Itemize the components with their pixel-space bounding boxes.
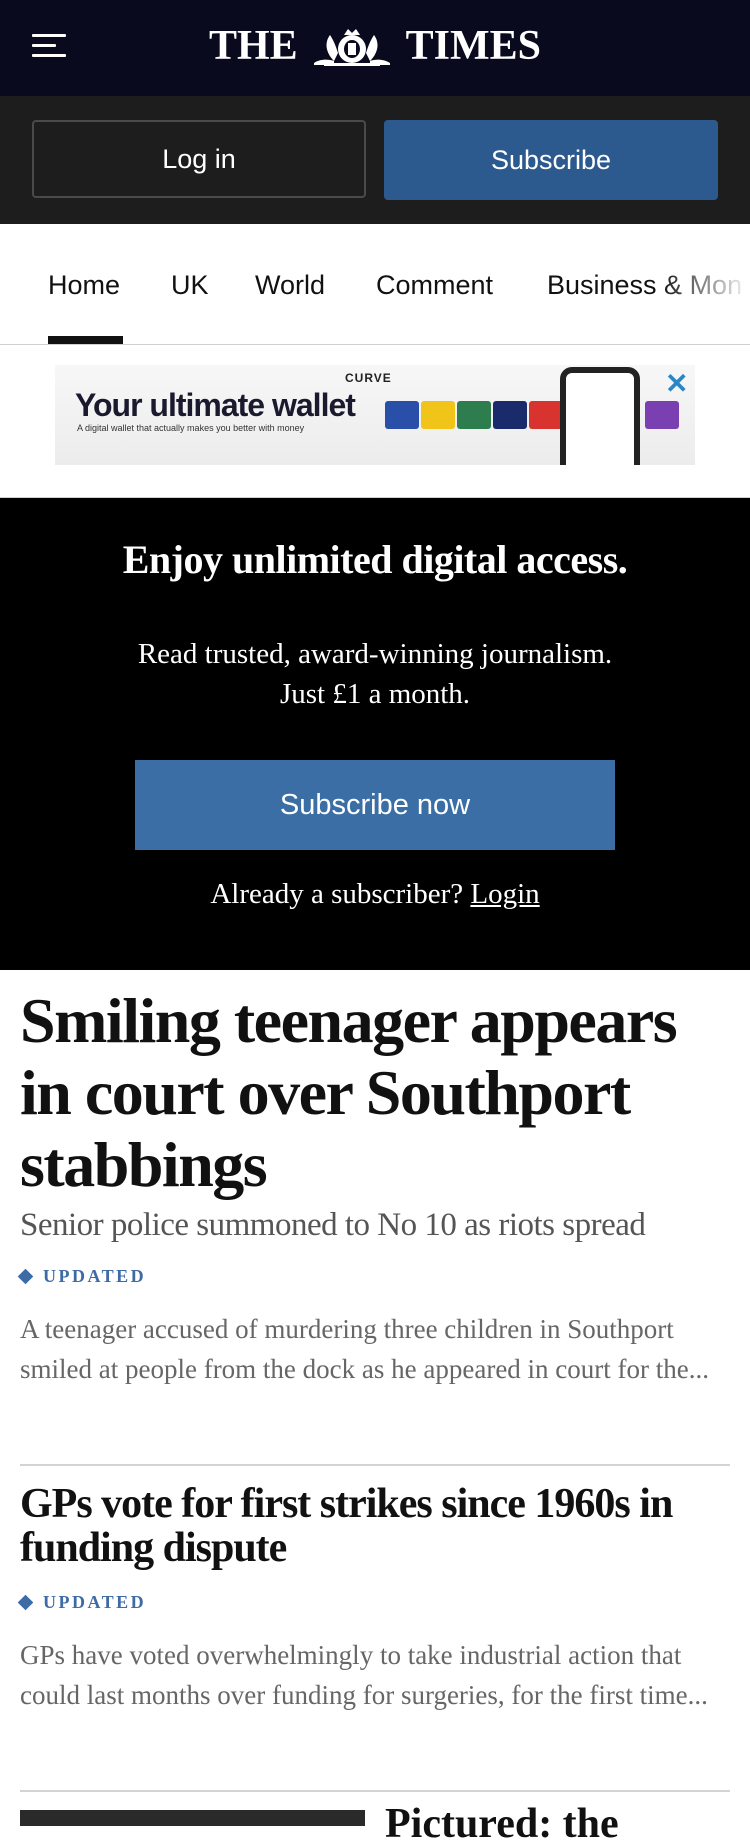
nav-item-home[interactable]: Home: [48, 270, 120, 301]
article-headline[interactable]: Pictured: the: [385, 1800, 619, 1848]
ad-card-image: [645, 401, 679, 429]
ad-card-image: [493, 401, 527, 429]
ad-card-image: [421, 401, 455, 429]
login-button[interactable]: Log in: [32, 120, 366, 198]
auth-bar: Log in Subscribe: [0, 96, 750, 224]
article-summary: A teenager accused of murdering three ch…: [20, 1314, 710, 1384]
article-headline[interactable]: Smiling teenager appears in court over S…: [20, 985, 730, 1201]
updated-badge: UPDATED: [17, 1592, 730, 1613]
subscribe-now-button[interactable]: Subscribe now: [135, 760, 615, 850]
already-subscriber-label: Already a subscriber?: [210, 878, 464, 910]
already-subscriber-text: Already a subscriber? Login: [0, 878, 750, 911]
nav-item-uk[interactable]: UK: [171, 270, 209, 301]
nav-item-comment[interactable]: Comment: [376, 270, 493, 301]
promo-body-line: Just £1 a month.: [279, 678, 471, 710]
promo-title: Enjoy unlimited digital access.: [122, 537, 628, 582]
diamond-icon: [17, 1268, 34, 1285]
ad-headline: Your ultimate wallet: [75, 387, 356, 423]
article-headline[interactable]: GPs vote for first strikes since 1960s i…: [20, 1482, 730, 1570]
promo-login-link[interactable]: Login: [470, 878, 539, 910]
badge-label: UPDATED: [43, 1592, 147, 1612]
nav-active-indicator: [48, 336, 123, 344]
article-divider: [20, 1790, 730, 1792]
article-card[interactable]: GPs vote for first strikes since 1960s i…: [17, 1482, 730, 1715]
royal-crest-icon: [313, 29, 390, 66]
article-subheadline[interactable]: Senior police summoned to No 10 as riots…: [20, 1207, 730, 1244]
masthead-text-right: TIMES: [405, 23, 542, 69]
updated-badge: UPDATED: [17, 1266, 730, 1287]
nav-item-world[interactable]: World: [255, 270, 325, 301]
article-thumbnail[interactable]: [20, 1810, 365, 1826]
advertisement-banner[interactable]: CURVE Your ultimate wallet A digital wal…: [55, 365, 695, 465]
subscribe-button[interactable]: Subscribe: [384, 120, 718, 200]
ad-container: CURVE Your ultimate wallet A digital wal…: [0, 345, 750, 498]
section-nav: Home UK World Comment Business & Mon: [0, 224, 750, 345]
masthead-bar: THE TIMES: [0, 0, 750, 96]
article-divider: [20, 1464, 730, 1466]
subscription-promo: Enjoy unlimited digital access. Read tru…: [0, 498, 750, 970]
promo-body-line: Read trusted, award-winning journalism.: [137, 638, 613, 670]
ad-card-image: [529, 401, 563, 429]
diamond-icon: [17, 1594, 34, 1611]
ad-phone-image: [560, 367, 640, 465]
nav-scroll-fade: [660, 224, 750, 344]
masthead-text-left: THE: [208, 23, 298, 69]
ad-card-image: [385, 401, 419, 429]
close-icon[interactable]: ✕: [665, 367, 688, 400]
site-logo[interactable]: THE TIMES: [0, 20, 750, 72]
badge-label: UPDATED: [43, 1266, 147, 1286]
lead-article[interactable]: Smiling teenager appears in court over S…: [17, 985, 730, 1389]
ad-brand: CURVE: [345, 371, 392, 385]
article-summary: GPs have voted overwhelmingly to take in…: [20, 1640, 708, 1710]
ad-card-image: [457, 401, 491, 429]
promo-body: Read trusted, award-winning journalism. …: [0, 634, 750, 714]
ad-subline: A digital wallet that actually makes you…: [77, 423, 305, 433]
